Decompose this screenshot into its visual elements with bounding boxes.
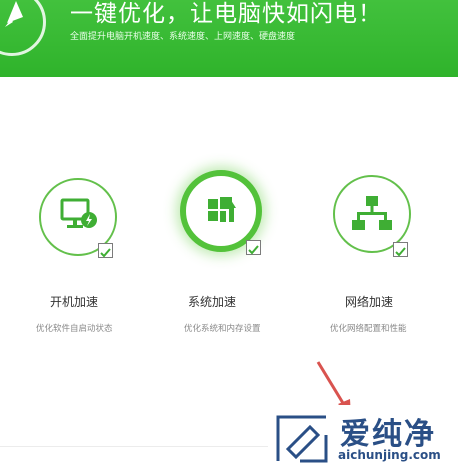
watermark-text: 爱纯净 bbox=[340, 417, 436, 452]
watermark: 爱纯净 aichunjing.com bbox=[268, 405, 458, 470]
watermark-url: aichunjing.com bbox=[338, 448, 441, 462]
watermark-logo-icon bbox=[276, 415, 328, 463]
red-arrow-icon bbox=[316, 361, 351, 416]
